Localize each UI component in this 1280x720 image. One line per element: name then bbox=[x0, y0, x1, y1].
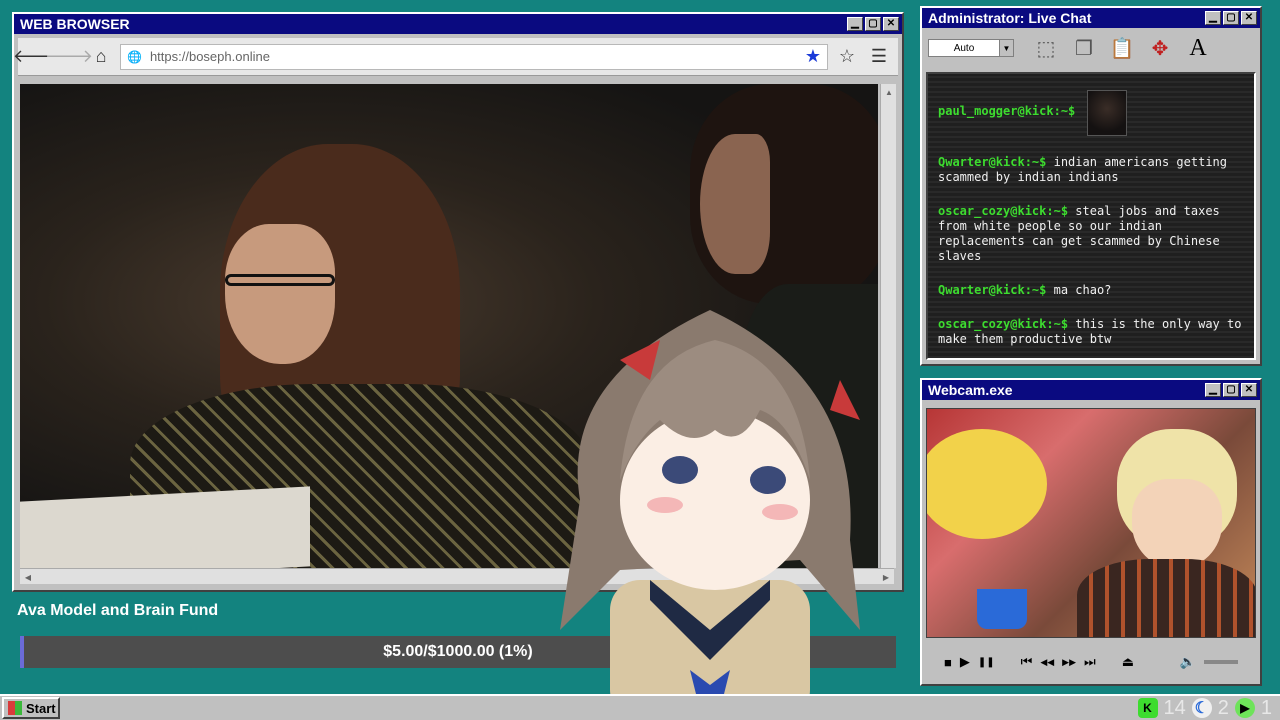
webcam-titlebar[interactable]: Webcam.exe ▁ ▢ ✕ bbox=[922, 380, 1260, 400]
browser-titlebar[interactable]: WEB BROWSER ▁ ▢ ✕ bbox=[14, 14, 902, 34]
webcam-window: Webcam.exe ▁ ▢ ✕ ■ ▶ ❚❚ ⏮ ◀◀ ▶▶ ⏭ ⏏ 🔈 bbox=[920, 378, 1262, 686]
maximize-button[interactable]: ▢ bbox=[865, 17, 881, 31]
home-icon[interactable]: ⌂ bbox=[88, 44, 114, 70]
chat-username: Qwarter@kick:~$ bbox=[938, 155, 1047, 169]
webcam-feed bbox=[926, 408, 1256, 638]
chat-window: Administrator: Live Chat ▁ ▢ ✕ Auto ▼ ⬚ … bbox=[920, 6, 1262, 366]
chat-message: Qwarter@kick:~$ ma chao? bbox=[938, 283, 1246, 298]
character-face bbox=[1132, 479, 1222, 569]
copy-icon[interactable]: ❐ bbox=[1068, 33, 1100, 63]
character-sweater bbox=[1077, 559, 1255, 637]
minimize-button[interactable]: ▁ bbox=[1205, 11, 1221, 25]
stop-icon[interactable]: ■ bbox=[944, 655, 952, 670]
pause-icon[interactable]: ❚❚ bbox=[978, 657, 995, 668]
minimize-button[interactable]: ▁ bbox=[1205, 383, 1221, 397]
vtuber-avatar bbox=[560, 310, 860, 720]
kick-icon[interactable]: K bbox=[1137, 698, 1158, 718]
vertical-scrollbar[interactable]: ▲ bbox=[880, 84, 896, 568]
url-text[interactable]: https://boseph.online bbox=[150, 49, 797, 64]
address-bar[interactable]: 🌐 https://boseph.online ★ bbox=[120, 43, 828, 70]
browser-navbar: 🡐 🡒 ⌂ 🌐 https://boseph.online ★ ☆ ☰ bbox=[13, 38, 898, 76]
glasses bbox=[225, 274, 335, 286]
chat-text: ma chao? bbox=[1053, 283, 1112, 297]
kick-count: 14 bbox=[1163, 696, 1186, 719]
avatar-face bbox=[620, 410, 810, 590]
avatar-right-bow bbox=[830, 380, 860, 420]
chat-message: paul_mogger@kick:~$ bbox=[938, 90, 1246, 136]
previous-icon[interactable]: ⏮ bbox=[1021, 654, 1033, 670]
chat-username: oscar_cozy@kick:~$ bbox=[938, 317, 1069, 331]
eject-icon[interactable]: ⏏ bbox=[1122, 654, 1134, 670]
scroll-up-icon[interactable]: ▲ bbox=[881, 84, 897, 100]
next-icon[interactable]: ⏭ bbox=[1084, 654, 1096, 670]
move-icon[interactable]: ✥ bbox=[1144, 33, 1176, 63]
fast-forward-icon[interactable]: ▶▶ bbox=[1062, 657, 1076, 668]
volume-slider[interactable] bbox=[1204, 660, 1238, 664]
rewind-icon[interactable]: ◀◀ bbox=[1040, 657, 1054, 668]
close-button[interactable]: ✕ bbox=[883, 17, 899, 31]
plush-toy bbox=[927, 429, 1047, 539]
moon-count: 2 bbox=[1217, 696, 1229, 719]
chat-username: oscar_cozy@kick:~$ bbox=[938, 204, 1069, 218]
man-face bbox=[700, 134, 770, 274]
scroll-right-icon[interactable]: ▶ bbox=[878, 569, 894, 585]
forward-arrow-icon[interactable]: 🡒 bbox=[45, 44, 93, 70]
windows-logo-icon bbox=[8, 701, 22, 715]
bookmark-star-icon[interactable]: ★ bbox=[805, 46, 821, 67]
moon-icon[interactable]: ☾ bbox=[1191, 698, 1212, 718]
minimize-button[interactable]: ▁ bbox=[847, 17, 863, 31]
chat-username: paul_mogger@kick:~$ bbox=[938, 104, 1076, 118]
close-button[interactable]: ✕ bbox=[1241, 11, 1257, 25]
chat-toolbar: Auto ▼ ⬚ ❐ 📋 ✥ A bbox=[922, 28, 1260, 68]
browser-title: WEB BROWSER bbox=[20, 16, 130, 32]
paste-icon[interactable]: 📋 bbox=[1106, 33, 1138, 63]
scroll-left-icon[interactable]: ◀ bbox=[20, 569, 36, 585]
chevron-down-icon[interactable]: ▼ bbox=[999, 40, 1013, 56]
media-controls: ■ ▶ ❚❚ ⏮ ◀◀ ▶▶ ⏭ ⏏ 🔈 bbox=[926, 648, 1256, 676]
chat-title: Administrator: Live Chat bbox=[928, 10, 1092, 26]
start-button[interactable]: Start bbox=[2, 697, 60, 719]
favorites-star-icon[interactable]: ☆ bbox=[834, 44, 860, 70]
chat-message: oscar_cozy@kick:~$ steal jobs and taxes … bbox=[938, 204, 1246, 264]
avatar-blush-left bbox=[647, 497, 683, 513]
webcam-title: Webcam.exe bbox=[928, 382, 1013, 398]
fund-progress-fill bbox=[20, 636, 25, 668]
maximize-button[interactable]: ▢ bbox=[1223, 11, 1239, 25]
start-label: Start bbox=[26, 700, 56, 716]
chat-messages[interactable]: paul_mogger@kick:~$ Qwarter@kick:~$ indi… bbox=[926, 72, 1256, 360]
font-icon[interactable]: A bbox=[1182, 33, 1214, 63]
volume-icon[interactable]: 🔈 bbox=[1180, 654, 1196, 670]
system-tray: K 14 ☾ 2 ▶ 1 bbox=[1137, 696, 1272, 720]
chat-message: Qwarter@kick:~$ indian americans getting… bbox=[938, 155, 1246, 185]
taskbar: Start K 14 ☾ 2 ▶ 1 bbox=[0, 694, 1280, 720]
play-count: 1 bbox=[1260, 696, 1272, 719]
chat-titlebar[interactable]: Administrator: Live Chat ▁ ▢ ✕ bbox=[922, 8, 1260, 28]
globe-icon: 🌐 bbox=[127, 49, 142, 64]
select-rect-icon[interactable]: ⬚ bbox=[1030, 33, 1062, 63]
fund-title: Ava Model and Brain Fund bbox=[17, 602, 219, 619]
auto-select-value: Auto bbox=[953, 42, 975, 54]
maximize-button[interactable]: ▢ bbox=[1223, 383, 1239, 397]
play-icon[interactable]: ▶ bbox=[1234, 698, 1255, 718]
auto-select[interactable]: Auto ▼ bbox=[928, 39, 1014, 57]
blue-mug bbox=[977, 589, 1027, 629]
avatar-left-eye bbox=[662, 456, 698, 484]
avatar-right-eye bbox=[750, 466, 786, 494]
close-button[interactable]: ✕ bbox=[1241, 383, 1257, 397]
chat-message: oscar_cozy@kick:~$ this is the only way … bbox=[938, 317, 1246, 347]
avatar-blush-right bbox=[762, 504, 798, 520]
user-avatar bbox=[1086, 90, 1127, 136]
woman-face bbox=[225, 224, 335, 364]
fund-progress-text: $5.00/$1000.00 (1%) bbox=[383, 643, 533, 660]
menu-icon[interactable]: ☰ bbox=[866, 44, 892, 70]
laptop bbox=[20, 486, 310, 568]
play-icon[interactable]: ▶ bbox=[960, 654, 970, 670]
chat-username: Qwarter@kick:~$ bbox=[938, 283, 1047, 297]
